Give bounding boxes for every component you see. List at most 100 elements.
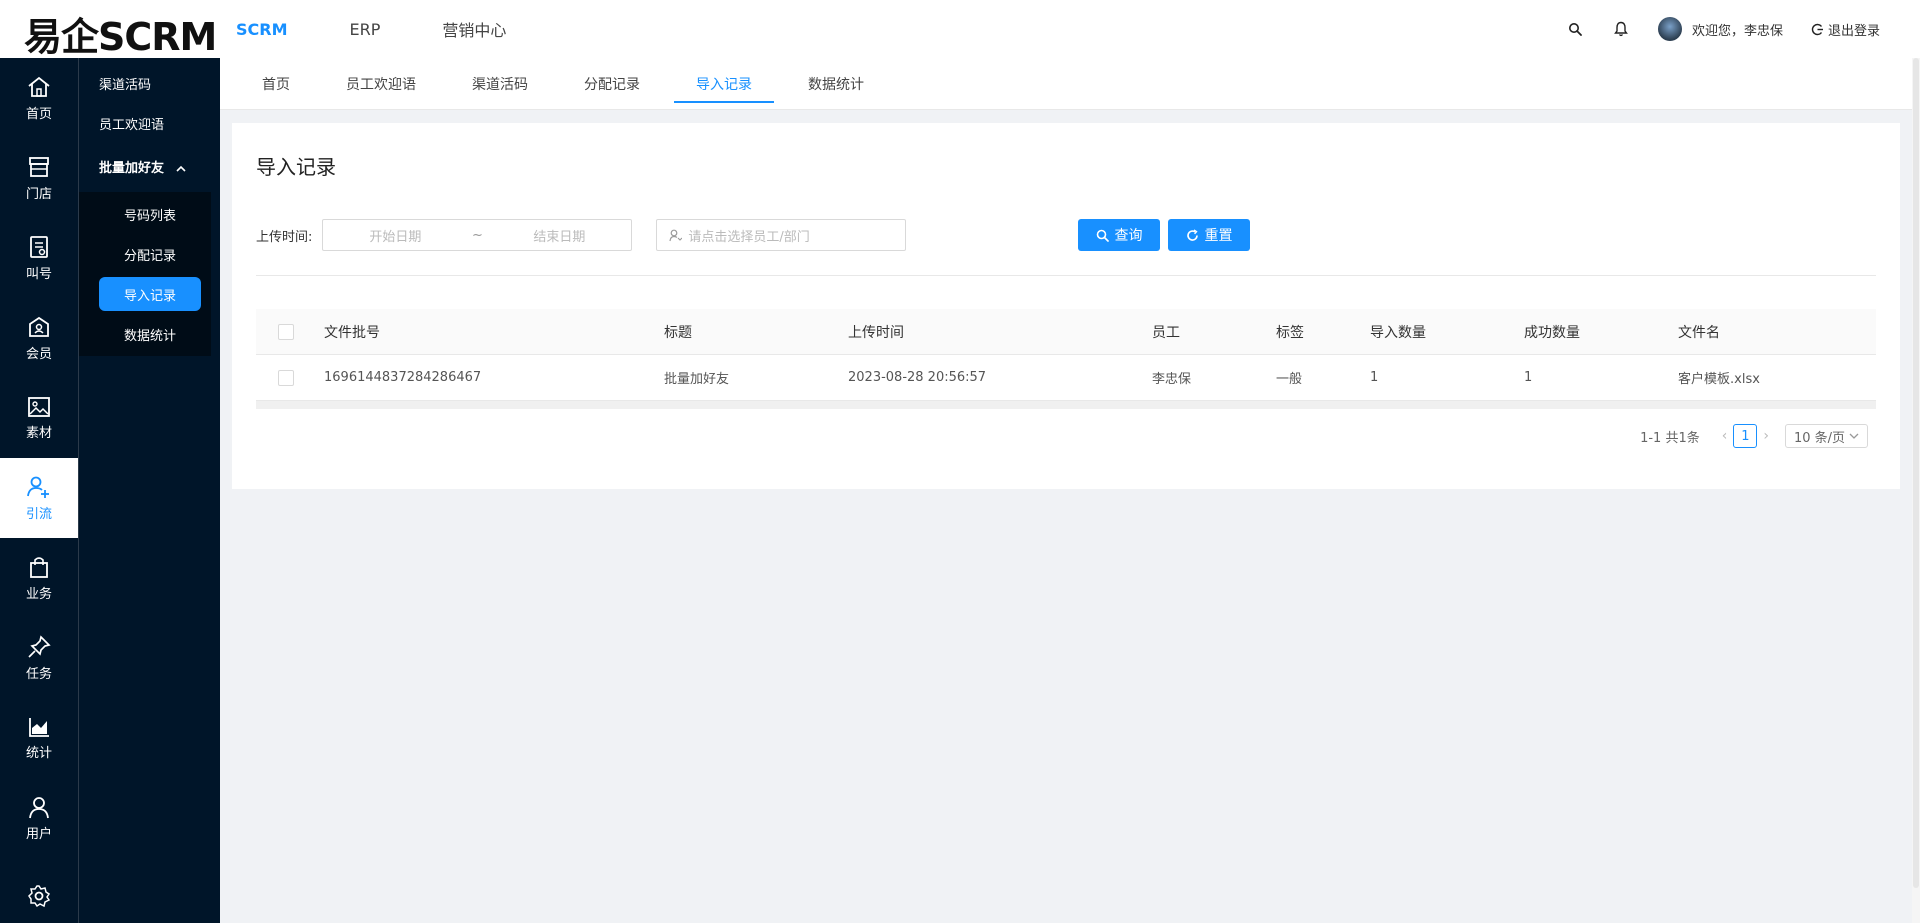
table-horizontal-scrollbar[interactable] (256, 401, 1876, 409)
bell-icon[interactable] (1612, 20, 1630, 38)
column-header: 员工 (1152, 324, 1180, 341)
sidebar-item-stats[interactable]: 统计 (0, 698, 78, 778)
sidebar-item-material[interactable]: 素材 (0, 378, 78, 458)
logout-button[interactable]: 退出登录 (1811, 20, 1880, 39)
cell-upload-time: 2023-08-28 20:56:57 (848, 370, 987, 385)
tab-import-record[interactable]: 导入记录 (674, 58, 774, 109)
column-header: 文件名 (1678, 324, 1720, 341)
tab-channel-code[interactable]: 渠道活码 (450, 58, 550, 109)
submenu-item-welcome[interactable]: 员工欢迎语 (79, 106, 220, 146)
tab-home[interactable]: 首页 (240, 58, 312, 109)
employee-picker-placeholder: 请点击选择员工/部门 (688, 229, 810, 245)
table-row[interactable]: 1696144837284286467 批量加好友 2023-08-28 20:… (256, 355, 1876, 401)
sidebar-item-label: 素材 (25, 425, 52, 441)
page-size-select[interactable]: 10 条/页 (1784, 424, 1868, 448)
sidebar-item-label: 引流 (25, 506, 52, 522)
avatar[interactable] (1657, 17, 1682, 41)
member-icon (29, 316, 49, 337)
top-nav-marketing[interactable]: 营销中心 (442, 17, 506, 41)
pagination-total: 1-1 共1条 (1640, 430, 1700, 446)
content-card: 导入记录 上传时间: 开始日期 ~ 结束日期 请点击选择员工/部门 查询 重置 … (232, 123, 1900, 489)
reset-button-label: 重置 (1204, 228, 1233, 244)
submenu-item-assign-record[interactable]: 分配记录 (99, 234, 201, 274)
page-title: 导入记录 (256, 155, 336, 179)
top-nav-scrm[interactable]: SCRM (236, 20, 288, 39)
sidebar-item-business[interactable]: 业务 (0, 538, 78, 618)
column-header: 上传时间 (848, 324, 904, 341)
submenu-group-label: 批量加好友 (99, 161, 165, 176)
welcome-text: 欢迎您，李忠保 (1691, 23, 1783, 39)
submenu-item-number-list[interactable]: 号码列表 (99, 194, 201, 234)
reset-button[interactable]: 重置 (1168, 219, 1250, 251)
sidebar-item-label: 任务 (25, 666, 52, 682)
sidebar-item-label: 统计 (25, 745, 52, 761)
employee-picker[interactable]: 请点击选择员工/部门 (656, 219, 907, 251)
logout-icon (1811, 23, 1823, 35)
submenu-group-batch-add[interactable]: 批量加好友 (79, 146, 220, 192)
sidebar-item-member[interactable]: 会员 (0, 298, 78, 378)
cell-batch-no: 1696144837284286467 (324, 370, 482, 385)
top-nav-erp[interactable]: ERP (350, 20, 381, 39)
chart-icon (29, 717, 49, 737)
sidebar-item-label: 门店 (25, 186, 52, 202)
start-date-input[interactable]: 开始日期 (323, 226, 467, 245)
page-size-value: 10 条/页 (1793, 430, 1845, 446)
tab-data-stats[interactable]: 数据统计 (786, 58, 886, 109)
tab-welcome[interactable]: 员工欢迎语 (324, 58, 438, 109)
end-date-input[interactable]: 结束日期 (487, 226, 631, 245)
home-icon (28, 76, 50, 97)
logout-label: 退出登录 (1827, 23, 1880, 39)
gear-icon (28, 885, 51, 908)
import-records-table: 文件批号 标题 上传时间 员工 标签 导入数量 成功数量 文件名 1696144… (256, 309, 1876, 409)
table-header: 文件批号 标题 上传时间 员工 标签 导入数量 成功数量 文件名 (256, 309, 1876, 355)
prev-page-icon[interactable]: ‹ (1722, 428, 1728, 444)
search-icon[interactable] (1566, 20, 1584, 38)
sidebar-item-settings[interactable] (0, 858, 78, 923)
sidebar-item-user[interactable]: 用户 (0, 778, 78, 858)
column-header: 成功数量 (1524, 324, 1580, 341)
sub-menu: 渠道活码 员工欢迎语 批量加好友 号码列表 分配记录 导入记录 数据统计 (78, 58, 220, 923)
sidebar-item-label: 业务 (25, 586, 52, 602)
sidebar-item-label: 用户 (25, 826, 52, 842)
chevron-up-icon (176, 165, 186, 172)
submenu-item-import-record[interactable]: 导入记录 (99, 277, 201, 311)
pin-icon (28, 634, 51, 658)
cell-employee: 李忠保 (1152, 372, 1192, 387)
sidebar-item-task[interactable]: 任务 (0, 618, 78, 698)
tab-assign-record[interactable]: 分配记录 (562, 58, 662, 109)
select-all-checkbox[interactable] (278, 323, 294, 340)
sidebar-item-store[interactable]: 门店 (0, 138, 78, 218)
row-checkbox[interactable] (278, 369, 294, 386)
cell-success-count: 1 (1524, 370, 1533, 385)
cell-import-count: 1 (1370, 370, 1379, 385)
sidebar-item-home[interactable]: 首页 (0, 58, 78, 138)
column-header: 标签 (1276, 324, 1304, 341)
app-logo[interactable]: 易企SCRM (24, 6, 217, 61)
store-icon (29, 156, 49, 177)
page-number[interactable]: 1 (1733, 424, 1758, 448)
sidebar-item-queue[interactable]: 叫号 (0, 218, 78, 298)
user-add-icon (27, 476, 49, 498)
cell-tag: 一般 (1276, 372, 1303, 387)
search-icon (1096, 229, 1109, 242)
page-vertical-scrollbar[interactable] (1912, 58, 1920, 923)
query-button-label: 查询 (1114, 228, 1143, 244)
next-page-icon[interactable]: › (1763, 428, 1769, 444)
user-select-icon (669, 229, 683, 241)
query-button[interactable]: 查询 (1078, 219, 1160, 251)
scrollbar-thumb[interactable] (1913, 58, 1919, 888)
date-range-picker[interactable]: 开始日期 ~ 结束日期 (322, 219, 633, 251)
column-header: 文件批号 (324, 324, 380, 341)
date-separator: ~ (471, 227, 483, 243)
pagination: 1-1 共1条 ‹ 1 › 10 条/页 (1640, 424, 1868, 448)
top-nav: SCRM ERP 营销中心 (236, 0, 568, 58)
reload-icon (1186, 228, 1198, 241)
filter-bar: 上传时间: 开始日期 ~ 结束日期 请点击选择员工/部门 (256, 219, 907, 251)
icon-sidebar: 首页 门店 叫号 会员 素材 引流 业务 任务 统计 用户 (0, 58, 78, 923)
submenu-item-channel-code[interactable]: 渠道活码 (79, 66, 220, 106)
submenu-children: 号码列表 分配记录 导入记录 数据统计 (79, 192, 211, 356)
cell-file-name: 客户模板.xlsx (1678, 372, 1760, 387)
image-icon (28, 396, 50, 417)
sidebar-item-traffic[interactable]: 引流 (0, 458, 78, 538)
submenu-item-data-stats[interactable]: 数据统计 (99, 314, 201, 354)
